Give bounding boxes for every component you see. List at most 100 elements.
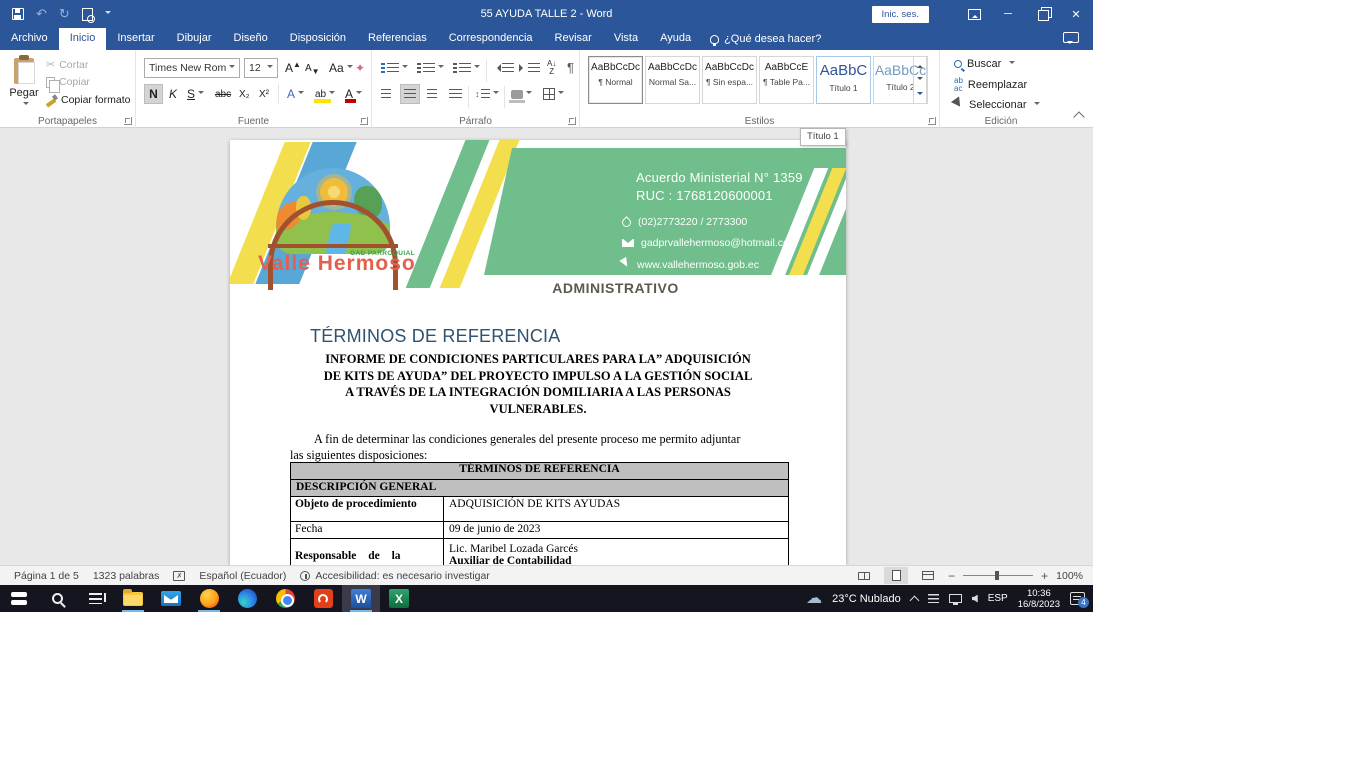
borders-button[interactable] xyxy=(540,84,567,104)
page-indicator[interactable]: Página 1 de 5 xyxy=(14,570,79,582)
zoom-slider[interactable] xyxy=(963,575,1033,576)
tell-me-box[interactable]: ¿Qué desea hacer? xyxy=(702,29,829,50)
underline-button[interactable]: S xyxy=(184,84,207,104)
bullets-button[interactable] xyxy=(378,58,411,78)
italic-button[interactable]: K xyxy=(166,84,180,104)
notification-center-icon[interactable]: 4 xyxy=(1070,592,1085,605)
subscript-button[interactable]: X₂ xyxy=(236,84,253,104)
select-button[interactable]: Seleccionar xyxy=(954,98,1040,112)
minimize-button[interactable]: ─ xyxy=(991,0,1025,28)
document-area[interactable]: Título 1 Acuerdo Ministerial N° 1359 RUC… xyxy=(0,128,1093,565)
sign-in-button[interactable]: Inic. ses. xyxy=(872,6,930,23)
document-page[interactable]: Acuerdo Ministerial N° 1359 RUC : 176812… xyxy=(230,140,846,565)
hidden-icons-chevron[interactable] xyxy=(909,595,919,605)
sort-button[interactable]: A↓Z xyxy=(544,58,559,78)
print-preview-icon[interactable] xyxy=(82,8,93,21)
multilevel-list-button[interactable] xyxy=(450,58,483,78)
tab-inicio[interactable]: Inicio xyxy=(59,28,107,50)
tab-diseno[interactable]: Diseño xyxy=(223,28,279,50)
tab-insertar[interactable]: Insertar xyxy=(106,28,165,50)
accessibility-status[interactable]: Accesibilidad: es necesario investigar xyxy=(300,570,490,582)
read-mode-button[interactable] xyxy=(852,567,876,584)
zoom-out-icon[interactable]: − xyxy=(948,571,955,581)
align-right-button[interactable] xyxy=(424,84,440,104)
clipboard-dialog-launcher[interactable] xyxy=(124,117,132,125)
proofing-status[interactable]: ✗ xyxy=(173,571,185,581)
network-icon[interactable] xyxy=(949,594,962,603)
firefox-button[interactable] xyxy=(190,585,228,612)
styles-scroll-down-icon[interactable] xyxy=(914,72,926,87)
strikethrough-button[interactable]: abc xyxy=(212,84,234,104)
edge-button[interactable] xyxy=(228,585,266,612)
bold-button[interactable]: N xyxy=(144,84,163,104)
tab-correspondencia[interactable]: Correspondencia xyxy=(438,28,544,50)
acrobat-button[interactable] xyxy=(304,585,342,612)
close-button[interactable]: ✕ xyxy=(1059,0,1093,28)
chrome-button[interactable] xyxy=(266,585,304,612)
style-sin-espaciado[interactable]: AaBbCcDc ¶ Sin espa... xyxy=(702,56,757,104)
redo-icon[interactable]: ↻ xyxy=(59,8,70,20)
start-button[interactable] xyxy=(0,585,38,612)
font-name-combobox[interactable]: Times New Roma xyxy=(144,58,240,78)
superscript-button[interactable]: X² xyxy=(256,84,272,104)
weather-cloud-icon[interactable]: ☁ xyxy=(806,591,822,607)
paste-button[interactable]: Pegar xyxy=(6,56,42,120)
file-explorer-button[interactable] xyxy=(114,585,152,612)
mail-button[interactable] xyxy=(152,585,190,612)
tab-disposicion[interactable]: Disposición xyxy=(279,28,357,50)
tab-ayuda[interactable]: Ayuda xyxy=(649,28,702,50)
zoom-level[interactable]: 100% xyxy=(1056,570,1083,582)
grow-font-button[interactable]: A▲ xyxy=(282,58,304,78)
restore-button[interactable] xyxy=(1025,0,1059,28)
collapse-ribbon-icon[interactable] xyxy=(1073,111,1084,122)
align-left-button[interactable] xyxy=(378,84,394,104)
ribbon-display-options-button[interactable] xyxy=(957,0,991,28)
tab-revisar[interactable]: Revisar xyxy=(544,28,603,50)
font-size-combobox[interactable]: 12 xyxy=(244,58,278,78)
zoom-slider-thumb[interactable] xyxy=(995,571,999,580)
keyboard-language[interactable]: ESP xyxy=(988,593,1008,604)
styles-more-icon[interactable] xyxy=(914,88,926,103)
styles-dialog-launcher[interactable] xyxy=(928,117,936,125)
style-titulo-1[interactable]: AaBbC Título 1 xyxy=(816,56,871,104)
style-table-pa[interactable]: AaBbCcE ¶ Table Pa... xyxy=(759,56,814,104)
comments-icon[interactable] xyxy=(1063,32,1079,43)
justify-button[interactable] xyxy=(446,84,465,104)
line-spacing-button[interactable]: ↕ xyxy=(472,84,502,104)
tray-app-icon[interactable] xyxy=(928,594,939,603)
increase-indent-button[interactable] xyxy=(516,58,543,78)
zoom-in-icon[interactable]: + xyxy=(1041,571,1048,581)
shrink-font-button[interactable]: A▼ xyxy=(302,58,323,78)
copy-button[interactable]: Copiar xyxy=(46,76,90,88)
word-taskbar-button[interactable]: W xyxy=(342,585,380,612)
text-effects-button[interactable]: A xyxy=(284,84,307,104)
task-view-button[interactable] xyxy=(76,585,114,612)
shading-button[interactable] xyxy=(508,84,535,104)
web-layout-button[interactable] xyxy=(916,567,940,584)
style-normal[interactable]: AaBbCcDc ¶ Normal xyxy=(588,56,643,104)
numbering-button[interactable] xyxy=(414,58,447,78)
font-color-button[interactable]: A xyxy=(342,84,365,104)
replace-button[interactable]: abacReemplazar xyxy=(954,77,1027,93)
show-paragraph-marks-button[interactable]: ¶ xyxy=(564,57,577,77)
language-indicator[interactable]: Español (Ecuador) xyxy=(199,570,286,582)
volume-icon[interactable] xyxy=(972,595,978,603)
taskbar-search-button[interactable] xyxy=(38,585,76,612)
customize-qat-icon[interactable] xyxy=(105,11,111,17)
highlight-color-button[interactable]: ab xyxy=(312,84,338,104)
weather-widget[interactable]: 23°C Nublado xyxy=(832,593,901,605)
font-dialog-launcher[interactable] xyxy=(360,117,368,125)
styles-scroll-up-icon[interactable] xyxy=(914,57,926,72)
undo-icon[interactable]: ↶ xyxy=(36,8,47,20)
word-count[interactable]: 1323 palabras xyxy=(93,570,160,582)
tab-referencias[interactable]: Referencias xyxy=(357,28,438,50)
excel-taskbar-button[interactable]: X xyxy=(380,585,418,612)
save-icon[interactable] xyxy=(12,8,24,20)
align-center-button[interactable] xyxy=(400,84,420,104)
tab-archivo[interactable]: Archivo xyxy=(0,28,59,50)
style-normal-sa[interactable]: AaBbCcDc Normal Sa... xyxy=(645,56,700,104)
format-painter-button[interactable]: Copiar formato xyxy=(46,94,130,106)
cut-button[interactable]: ✂Cortar xyxy=(46,58,88,71)
print-layout-button[interactable] xyxy=(884,567,908,584)
decrease-indent-button[interactable] xyxy=(490,58,517,78)
